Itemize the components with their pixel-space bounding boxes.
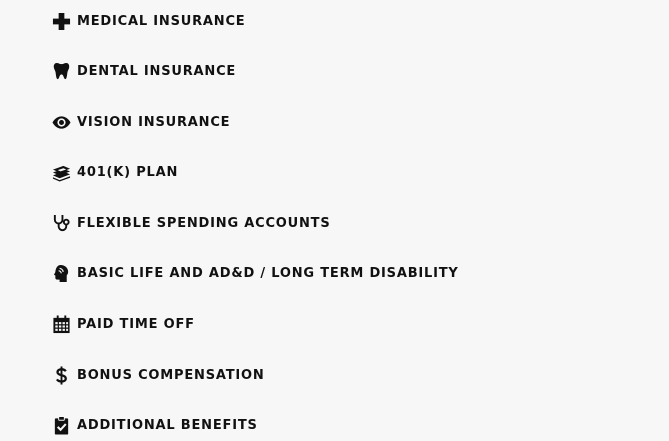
benefits-list: Medical Insurance Dental Insurance Visio… <box>0 0 669 441</box>
eye-icon <box>51 112 71 132</box>
tooth-icon <box>51 61 71 81</box>
stethoscope-icon <box>51 213 71 233</box>
benefit-item-medical: Medical Insurance <box>51 10 245 32</box>
head-icon <box>51 263 71 283</box>
benefit-item-life-disability: Basic Life and AD&D / Long Term Disabili… <box>51 262 459 284</box>
benefit-item-vision: Vision Insurance <box>51 111 230 133</box>
benefit-item-dental: Dental Insurance <box>51 60 236 82</box>
benefit-label: Vision Insurance <box>77 114 231 130</box>
benefit-label: Dental Insurance <box>77 63 237 79</box>
benefit-label: Basic Life and AD&D / Long Term Disabili… <box>77 265 459 281</box>
plus-icon <box>51 11 71 31</box>
calendar-icon <box>51 314 71 334</box>
benefit-item-additional: Additional Benefits <box>51 414 258 436</box>
dollar-icon <box>51 365 71 385</box>
benefit-label: Additional Benefits <box>77 417 258 433</box>
benefit-item-fsa: Flexible Spending Accounts <box>51 212 331 234</box>
benefit-label: Medical Insurance <box>77 13 246 29</box>
money-stack-icon <box>51 162 71 182</box>
benefit-item-401k: 401(k) Plan <box>51 161 178 183</box>
benefit-label: 401(k) Plan <box>77 164 179 180</box>
benefit-label: Paid Time Off <box>77 316 195 332</box>
benefit-label: Bonus Compensation <box>77 367 265 383</box>
benefit-item-pto: Paid Time Off <box>51 313 195 335</box>
benefit-label: Flexible Spending Accounts <box>77 215 331 231</box>
clipboard-check-icon <box>51 415 71 435</box>
benefit-item-bonus: Bonus Compensation <box>51 364 265 386</box>
